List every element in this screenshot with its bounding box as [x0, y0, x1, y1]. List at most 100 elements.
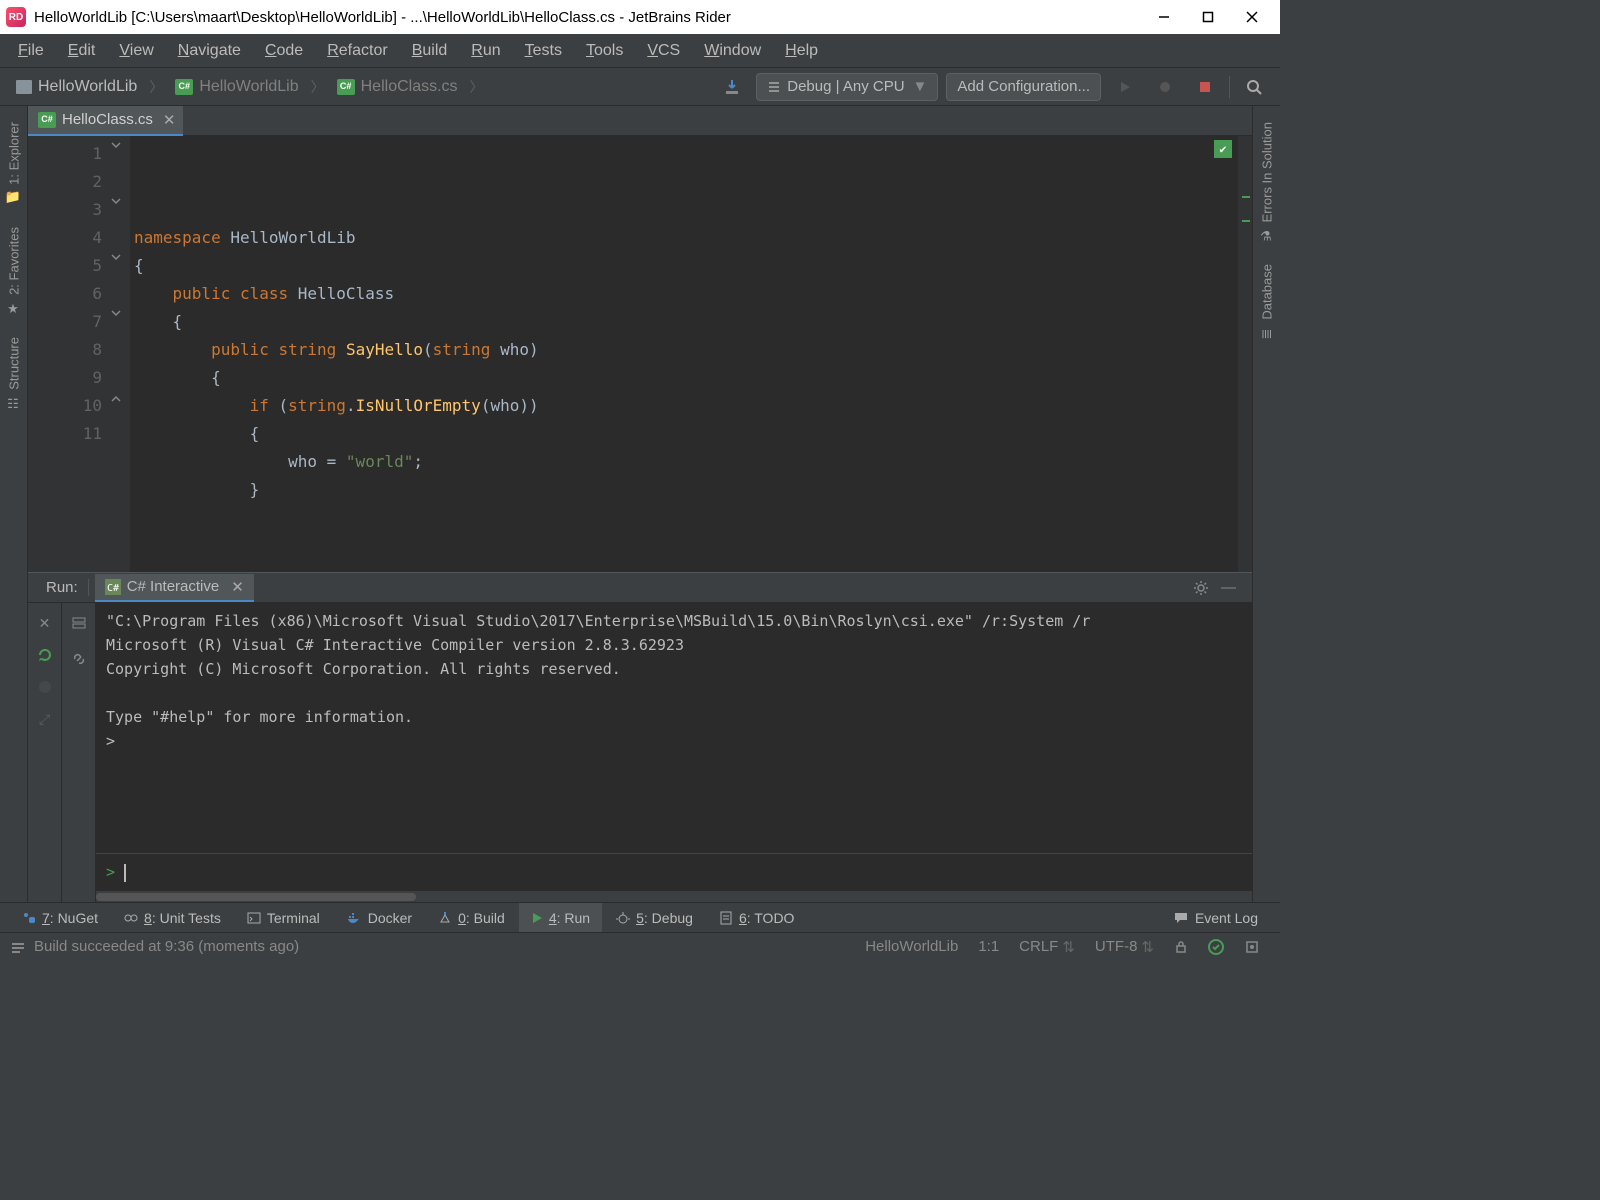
- status-branch[interactable]: HelloWorldLib: [855, 938, 968, 955]
- debug-icon: [616, 911, 630, 925]
- run-icon: [531, 912, 543, 924]
- bottom-tab-nuget[interactable]: 7: NuGet: [10, 903, 110, 933]
- explorer-icon: 📁: [6, 191, 22, 207]
- code-area[interactable]: ✔ namespace HelloWorldLib{ public class …: [130, 136, 1238, 572]
- menu-refactor[interactable]: Refactor: [315, 38, 399, 64]
- menu-file[interactable]: File: [6, 38, 56, 64]
- breadcrumb-0[interactable]: HelloWorldLib: [6, 72, 147, 102]
- stop-icon[interactable]: [35, 677, 55, 697]
- menu-vcs[interactable]: VCS: [635, 38, 692, 64]
- speech-bubble-icon: [1173, 911, 1189, 925]
- status-message: Build succeeded at 9:36 (moments ago): [34, 938, 299, 955]
- menu-code[interactable]: Code: [253, 38, 315, 64]
- tool-structure[interactable]: ☷Structure: [4, 327, 24, 422]
- window-maximize-button[interactable]: [1186, 0, 1230, 34]
- window-title: HelloWorldLib [C:\Users\maart\Desktop\He…: [34, 9, 731, 26]
- tool-database[interactable]: ≣Database: [1257, 254, 1277, 352]
- breadcrumb-1[interactable]: HelloWorldLib: [165, 72, 308, 102]
- layout-icon[interactable]: [69, 613, 89, 633]
- tool-favorites[interactable]: ★2: Favorites: [4, 217, 24, 327]
- attach-icon[interactable]: [69, 649, 89, 669]
- fold-gutter: [110, 136, 130, 572]
- csharp-file-icon: [175, 79, 193, 95]
- breadcrumb-2[interactable]: HelloClass.cs: [327, 72, 468, 102]
- csharp-file-icon: [38, 112, 56, 128]
- main-menu: FileEditViewNavigateCodeRefactorBuildRun…: [0, 34, 1280, 68]
- inspection-status-icon[interactable]: [1198, 939, 1234, 955]
- tool-errors[interactable]: ⚗Errors In Solution: [1257, 112, 1277, 254]
- menu-window[interactable]: Window: [692, 38, 773, 64]
- event-log-button[interactable]: Event Log: [1161, 903, 1270, 933]
- hide-run-panel-icon[interactable]: —: [1213, 575, 1244, 600]
- line-number-gutter: 1234567891011: [28, 136, 110, 572]
- status-icon: [10, 939, 26, 955]
- terminal-icon: [247, 911, 261, 925]
- status-encoding[interactable]: UTF-8 ⇅: [1085, 938, 1164, 956]
- status-line-separator[interactable]: CRLF ⇅: [1009, 938, 1085, 956]
- console-input[interactable]: >: [96, 853, 1252, 890]
- bottom-tab-todo[interactable]: 6: TODO: [707, 903, 807, 933]
- debug-button[interactable]: [1151, 73, 1179, 101]
- run-tab-csharp-interactive[interactable]: C# C# Interactive ✕: [95, 574, 254, 602]
- rerun-icon[interactable]: [35, 645, 55, 665]
- chevron-right-icon: 〉: [149, 77, 163, 97]
- readonly-lock-icon[interactable]: [1164, 940, 1198, 954]
- nuget-icon: [22, 911, 36, 925]
- chevron-right-icon: 〉: [470, 77, 484, 97]
- menu-view[interactable]: View: [107, 38, 165, 64]
- status-caret-position[interactable]: 1:1: [968, 938, 1009, 955]
- window-titlebar: RD HelloWorldLib [C:\Users\maart\Desktop…: [0, 0, 1280, 34]
- editor-tab-helloclass[interactable]: HelloClass.cs ✕: [28, 106, 183, 136]
- add-configuration-button[interactable]: Add Configuration...: [946, 73, 1101, 101]
- run-button[interactable]: [1111, 73, 1139, 101]
- menu-run[interactable]: Run: [459, 38, 512, 64]
- tool-explorer[interactable]: 📁1: Explorer: [4, 112, 24, 217]
- right-tool-stripe: ⚗Errors In Solution≣Database: [1252, 106, 1280, 902]
- navigation-toolbar: HelloWorldLib〉HelloWorldLib〉HelloClass.c…: [0, 68, 1280, 106]
- left-tool-stripe: 📁1: Explorer★2: Favorites☷Structure: [0, 106, 28, 902]
- solution-config-label: Debug | Any CPU: [787, 78, 904, 95]
- expand-console-icon[interactable]: ⤢: [35, 709, 55, 729]
- run-tab-label: C# Interactive: [127, 578, 220, 595]
- status-bar: Build succeeded at 9:36 (moments ago) He…: [0, 932, 1280, 960]
- docker-icon: [346, 911, 362, 925]
- bottom-tab-terminal[interactable]: Terminal: [235, 903, 332, 933]
- menu-tests[interactable]: Tests: [513, 38, 574, 64]
- bottom-tab-unit[interactable]: 8: Unit Tests: [112, 903, 233, 933]
- window-close-button[interactable]: [1230, 0, 1274, 34]
- menu-build[interactable]: Build: [400, 38, 460, 64]
- run-toolbar-secondary: [62, 603, 96, 902]
- error-stripe[interactable]: [1238, 136, 1252, 572]
- database-icon: ≣: [1259, 326, 1275, 342]
- build-icon: [438, 911, 452, 925]
- close-console-icon[interactable]: ✕: [35, 613, 55, 633]
- run-settings-icon[interactable]: [1189, 576, 1213, 600]
- search-everywhere-button[interactable]: [1240, 73, 1268, 101]
- console-output[interactable]: "C:\Program Files (x86)\Microsoft Visual…: [96, 603, 1252, 853]
- menu-navigate[interactable]: Navigate: [166, 38, 253, 64]
- close-tab-icon[interactable]: ✕: [163, 111, 176, 129]
- close-run-tab-icon[interactable]: ✕: [231, 578, 244, 596]
- console-horizontal-scrollbar[interactable]: [96, 890, 1252, 902]
- window-minimize-button[interactable]: [1142, 0, 1186, 34]
- bottom-tab-docker[interactable]: Docker: [334, 903, 424, 933]
- editor-tab-label: HelloClass.cs: [62, 111, 153, 128]
- background-tasks-icon[interactable]: [1234, 939, 1270, 955]
- menu-help[interactable]: Help: [773, 38, 830, 64]
- menu-tools[interactable]: Tools: [574, 38, 635, 64]
- menu-edit[interactable]: Edit: [56, 38, 108, 64]
- rider-app-icon: RD: [6, 7, 26, 27]
- add-configuration-label: Add Configuration...: [957, 78, 1090, 95]
- editor-tabs: HelloClass.cs ✕: [28, 106, 1252, 136]
- bottom-tab-build[interactable]: 0: Build: [426, 903, 517, 933]
- bottom-tool-stripe: 7: NuGet8: Unit TestsTerminalDocker0: Bu…: [0, 902, 1280, 932]
- update-download-icon[interactable]: [718, 73, 746, 101]
- bottom-tab-run[interactable]: 4: Run: [519, 903, 602, 933]
- todo-icon: [719, 911, 733, 925]
- structure-icon: ☷: [6, 396, 22, 412]
- bottom-tab-debug[interactable]: 5: Debug: [604, 903, 705, 933]
- analysis-ok-icon[interactable]: ✔: [1214, 140, 1232, 158]
- stop-button[interactable]: [1191, 73, 1219, 101]
- code-editor[interactable]: 1234567891011 ✔ namespace HelloWorldLib{…: [28, 136, 1252, 572]
- solution-config-selector[interactable]: Debug | Any CPU ▼: [756, 73, 938, 101]
